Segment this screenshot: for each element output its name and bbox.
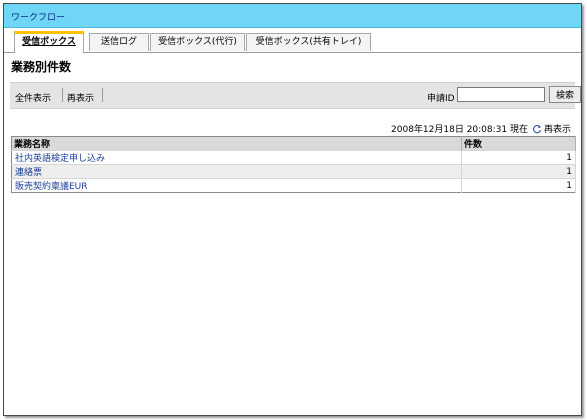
tab-sent-log[interactable]: 送信ログ <box>89 33 149 51</box>
timestamp-text: 2008年12月18日 20:08:31 現在 <box>391 125 528 135</box>
business-count: 1 <box>461 150 576 165</box>
column-header-count: 件数 <box>461 136 576 151</box>
page-title: 業務別件数 <box>11 60 72 74</box>
tab-inbox-label: 受信ボックス <box>22 37 76 47</box>
show-all-link[interactable]: 全件表示 <box>15 91 51 104</box>
search-button[interactable]: 検索 <box>549 86 581 103</box>
request-id-label: 申請ID <box>427 94 455 104</box>
business-name-link[interactable]: 社内英語検定申し込み <box>11 150 462 165</box>
refresh-button[interactable]: 再表示 <box>532 122 571 135</box>
column-header-name: 業務名称 <box>11 136 462 151</box>
status-line: 2008年12月18日 20:08:31 現在 再表示 <box>391 122 571 135</box>
business-name-link[interactable]: 販売契約稟議EUR <box>11 178 462 193</box>
table-row: 販売契約稟議EUR 1 <box>11 178 576 193</box>
workflow-window: ワークフロー 受信ボックス 送信ログ 受信ボックス(代行) 受信ボックス(共有ト… <box>3 3 582 416</box>
title-bar: ワークフロー <box>4 4 581 28</box>
table-row: 連絡票 1 <box>11 164 576 179</box>
refresh-label: 再表示 <box>543 125 571 135</box>
table-header-row: 業務名称 件数 <box>11 136 576 151</box>
business-count: 1 <box>461 178 576 193</box>
tab-inbox-proxy-label: 受信ボックス(代行) <box>158 37 237 47</box>
tab-sent-log-label: 送信ログ <box>100 37 137 47</box>
redisplay-link[interactable]: 再表示 <box>67 91 94 104</box>
table-row: 社内英語検定申し込み 1 <box>11 150 576 165</box>
tab-inbox-shared-tray-label: 受信ボックス(共有トレイ) <box>255 37 362 47</box>
tab-inbox-proxy[interactable]: 受信ボックス(代行) <box>150 33 245 51</box>
toolbar: 全件表示 再表示 申請ID 検索 <box>10 82 581 109</box>
window-title: ワークフロー <box>11 13 66 23</box>
refresh-icon <box>532 124 542 133</box>
toolbar-divider <box>62 88 63 102</box>
request-id-input[interactable] <box>457 87 545 102</box>
business-count-table: 業務名称 件数 社内英語検定申し込み 1 連絡票 1 販売契約稟議EUR 1 <box>11 136 576 193</box>
toolbar-divider <box>102 88 103 102</box>
business-count: 1 <box>461 164 576 179</box>
tab-inbox-shared-tray[interactable]: 受信ボックス(共有トレイ) <box>246 33 371 51</box>
business-name-link[interactable]: 連絡票 <box>11 164 462 179</box>
tab-bar: 受信ボックス 送信ログ 受信ボックス(代行) 受信ボックス(共有トレイ) <box>4 28 581 53</box>
tab-inbox[interactable]: 受信ボックス <box>14 31 84 53</box>
